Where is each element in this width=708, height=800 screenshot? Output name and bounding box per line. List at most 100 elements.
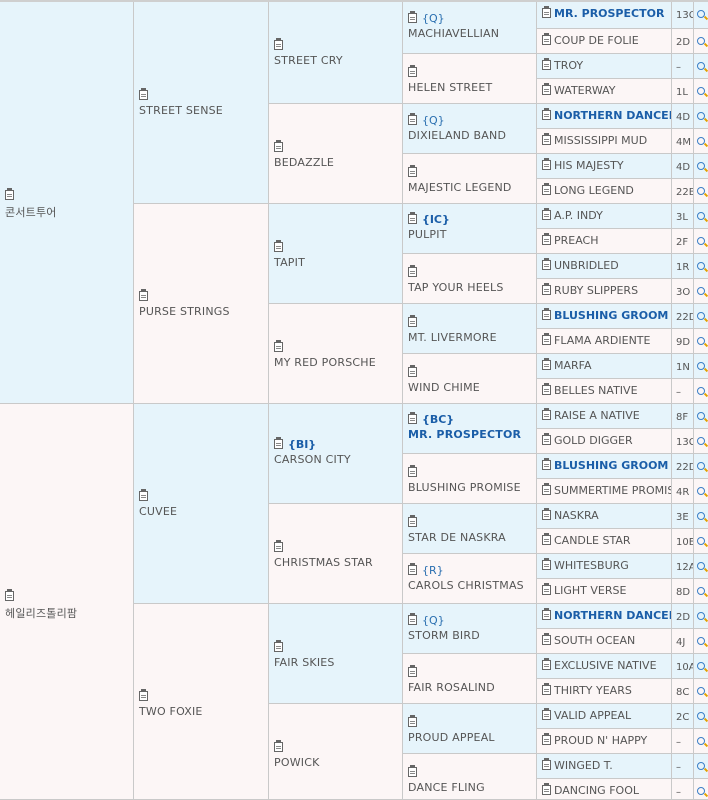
horse-name[interactable]: STORM BIRD	[408, 629, 480, 642]
horse-name[interactable]: BLUSHING PROMISE	[408, 481, 521, 494]
clipboard-icon[interactable]	[408, 11, 417, 23]
gen4-cell[interactable]: {BC} MR. PROSPECTOR	[403, 404, 537, 454]
horse-name[interactable]: PROUD N' HAPPY	[554, 734, 647, 747]
clipboard-icon[interactable]	[5, 188, 14, 200]
horse-name[interactable]: CARSON CITY	[274, 453, 351, 466]
gen4-cell[interactable]: DANCE FLING	[403, 754, 537, 800]
horse-name[interactable]: CANDLE STAR	[554, 534, 631, 547]
clipboard-icon[interactable]	[408, 315, 417, 327]
horse-name[interactable]: THIRTY YEARS	[554, 684, 632, 697]
clipboard-icon[interactable]	[139, 489, 148, 501]
clipboard-icon[interactable]	[274, 140, 283, 152]
horse-name[interactable]: RUBY SLIPPERS	[554, 284, 638, 297]
search-icon[interactable]	[694, 379, 708, 404]
horse-name[interactable]: MACHIAVELLIAN	[408, 27, 499, 40]
gen3-cell[interactable]: FAIR SKIES	[269, 604, 403, 704]
search-icon[interactable]	[694, 779, 708, 800]
gen5-cell[interactable]: NORTHERN DANCER	[537, 104, 672, 129]
horse-name[interactable]: BLUSHING GROOM	[554, 459, 668, 472]
horse-name[interactable]: PURSE STRINGS	[139, 305, 230, 318]
gen3-cell[interactable]: TAPIT	[269, 204, 403, 304]
clipboard-icon[interactable]	[542, 108, 551, 120]
gen5-cell[interactable]: GOLD DIGGER	[537, 429, 672, 454]
clipboard-icon[interactable]	[408, 613, 417, 625]
search-icon[interactable]	[694, 104, 708, 129]
horse-name[interactable]: A.P. INDY	[554, 209, 603, 222]
horse-name[interactable]: 콘서트투어	[5, 204, 57, 220]
gen5-cell[interactable]: UNBRIDLED	[537, 254, 672, 279]
search-icon[interactable]	[694, 679, 708, 704]
clipboard-icon[interactable]	[139, 289, 148, 301]
clipboard-icon[interactable]	[542, 508, 551, 520]
horse-name[interactable]: HELEN STREET	[408, 81, 492, 94]
horse-name[interactable]: CAROLS CHRISTMAS	[408, 579, 524, 592]
horse-name[interactable]: WINGED T.	[554, 759, 613, 772]
horse-name[interactable]: HIS MAJESTY	[554, 159, 624, 172]
horse-name[interactable]: UNBRIDLED	[554, 259, 619, 272]
clipboard-icon[interactable]	[542, 433, 551, 445]
search-icon[interactable]	[694, 129, 708, 154]
search-icon[interactable]	[694, 54, 708, 79]
clipboard-icon[interactable]	[542, 133, 551, 145]
clipboard-icon[interactable]	[408, 515, 417, 527]
clipboard-icon[interactable]	[542, 483, 551, 495]
gen5-cell[interactable]: LIGHT VERSE	[537, 579, 672, 604]
gen4-cell[interactable]: {IC} PULPIT	[403, 204, 537, 254]
search-icon[interactable]	[694, 29, 708, 54]
clipboard-icon[interactable]	[542, 683, 551, 695]
horse-name[interactable]: RAISE A NATIVE	[554, 409, 640, 422]
search-icon[interactable]	[694, 2, 708, 29]
search-icon[interactable]	[694, 729, 708, 754]
clipboard-icon[interactable]	[542, 33, 551, 45]
search-icon[interactable]	[694, 179, 708, 204]
horse-name[interactable]: MR. PROSPECTOR	[408, 428, 521, 441]
clipboard-icon[interactable]	[408, 212, 417, 224]
gen5-cell[interactable]: COUP DE FOLIE	[537, 29, 672, 54]
search-icon[interactable]	[694, 604, 708, 629]
horse-name[interactable]: TWO FOXIE	[139, 705, 203, 718]
horse-name[interactable]: STREET CRY	[274, 54, 343, 67]
search-icon[interactable]	[694, 329, 708, 354]
gen5-cell[interactable]: CANDLE STAR	[537, 529, 672, 554]
horse-name[interactable]: BELLES NATIVE	[554, 384, 638, 397]
horse-name[interactable]: STAR DE NASKRA	[408, 531, 506, 544]
gen5-cell[interactable]: WATERWAY	[537, 79, 672, 104]
gen4-cell[interactable]: {Q} MACHIAVELLIAN	[403, 2, 537, 54]
clipboard-icon[interactable]	[542, 333, 551, 345]
horse-name[interactable]: PREACH	[554, 234, 599, 247]
search-icon[interactable]	[694, 154, 708, 179]
clipboard-icon[interactable]	[542, 733, 551, 745]
clipboard-icon[interactable]	[542, 208, 551, 220]
gen3-cell[interactable]: POWICK	[269, 704, 403, 800]
clipboard-icon[interactable]	[139, 88, 148, 100]
gen5-cell[interactable]: FLAMA ARDIENTE	[537, 329, 672, 354]
horse-name[interactable]: MAJESTIC LEGEND	[408, 181, 512, 194]
clipboard-icon[interactable]	[542, 383, 551, 395]
search-icon[interactable]	[694, 754, 708, 779]
gen5-cell[interactable]: MARFA	[537, 354, 672, 379]
clipboard-icon[interactable]	[542, 633, 551, 645]
gen1-cell[interactable]: 콘서트투어	[0, 2, 134, 404]
horse-name[interactable]: MARFA	[554, 359, 592, 372]
search-icon[interactable]	[694, 429, 708, 454]
gen5-cell[interactable]: SOUTH OCEAN	[537, 629, 672, 654]
horse-name[interactable]: NASKRA	[554, 509, 599, 522]
search-icon[interactable]	[694, 254, 708, 279]
horse-name[interactable]: STREET SENSE	[139, 104, 223, 117]
horse-name[interactable]: PROUD APPEAL	[408, 731, 495, 744]
search-icon[interactable]	[694, 204, 708, 229]
horse-name[interactable]: VALID APPEAL	[554, 709, 631, 722]
gen5-cell[interactable]: LONG LEGEND	[537, 179, 672, 204]
gen4-cell[interactable]: MAJESTIC LEGEND	[403, 154, 537, 204]
horse-name[interactable]: 헤일리즈톨리팜	[5, 605, 77, 621]
gen5-cell[interactable]: A.P. INDY	[537, 204, 672, 229]
gen1-cell[interactable]: 헤일리즈톨리팜	[0, 404, 134, 800]
horse-name[interactable]: MT. LIVERMORE	[408, 331, 497, 344]
gen5-cell[interactable]: MR. PROSPECTOR	[537, 2, 672, 29]
gen2-cell[interactable]: PURSE STRINGS	[134, 204, 269, 404]
clipboard-icon[interactable]	[408, 665, 417, 677]
gen5-cell[interactable]: VALID APPEAL	[537, 704, 672, 729]
clipboard-icon[interactable]	[542, 758, 551, 770]
gen5-cell[interactable]: EXCLUSIVE NATIVE	[537, 654, 672, 679]
search-icon[interactable]	[694, 704, 708, 729]
